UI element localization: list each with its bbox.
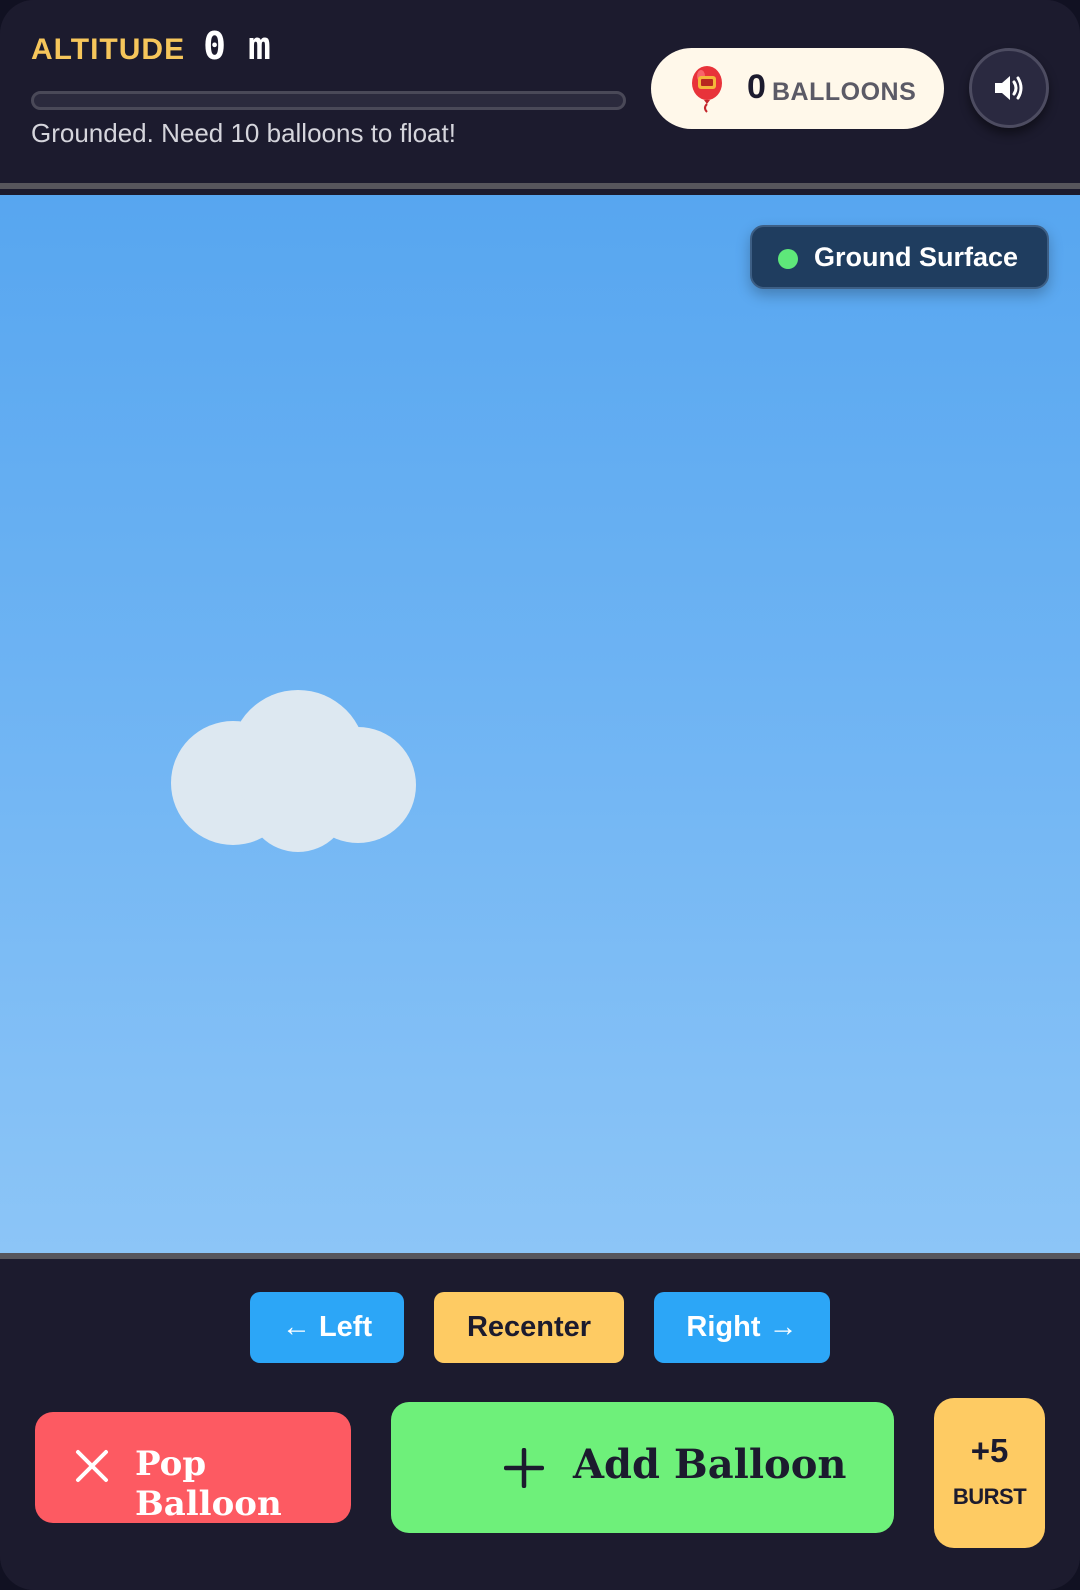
add-balloon-label: Add Balloon xyxy=(573,1441,847,1488)
status-header: ALTITUDE 0 m Grounded. Need 10 balloons … xyxy=(0,0,1080,189)
control-panel: ← Left Recenter Right → Pop Balloon Add … xyxy=(0,1253,1080,1590)
plus-icon xyxy=(504,1448,544,1488)
balloon-count-label: BALLOONS xyxy=(772,78,917,106)
balloon-count-value: 0 xyxy=(747,68,766,106)
altitude-unit: m xyxy=(247,24,271,68)
add-balloon-button[interactable]: Add Balloon xyxy=(391,1402,894,1533)
move-right-button[interactable]: Right → xyxy=(654,1292,830,1363)
move-left-button[interactable]: ← Left xyxy=(250,1292,404,1363)
burst-amount: +5 xyxy=(970,1432,1009,1469)
cloud xyxy=(171,690,416,852)
balloon-icon xyxy=(692,66,722,113)
zone-indicator-dot xyxy=(778,249,798,269)
recenter-button[interactable]: Recenter xyxy=(434,1292,624,1363)
balloon-counter: 0 BALLOONS xyxy=(651,48,944,129)
zone-badge: Ground Surface xyxy=(750,225,1049,289)
speaker-icon xyxy=(995,76,1023,100)
status-message: Grounded. Need 10 balloons to float! xyxy=(31,118,456,148)
pop-balloon-button[interactable]: Pop Balloon xyxy=(35,1412,351,1524)
altitude-label: ALTITUDE xyxy=(31,33,186,66)
burst-label: BURST xyxy=(952,1484,1027,1509)
game-window: ALTITUDE 0 m Grounded. Need 10 balloons … xyxy=(0,0,1080,1590)
pop-balloon-label: Pop Balloon xyxy=(135,1444,282,1524)
altitude-value: 0 xyxy=(203,24,226,68)
sound-toggle-button[interactable] xyxy=(969,48,1049,128)
burst-button[interactable]: +5 BURST xyxy=(934,1398,1045,1548)
sky-viewport: Ground Surface xyxy=(0,195,1080,1253)
close-icon xyxy=(76,1450,108,1482)
altitude-progress-bar xyxy=(31,91,626,110)
zone-label: Ground Surface xyxy=(814,242,1019,272)
altitude-readout: ALTITUDE 0 m xyxy=(31,24,271,68)
